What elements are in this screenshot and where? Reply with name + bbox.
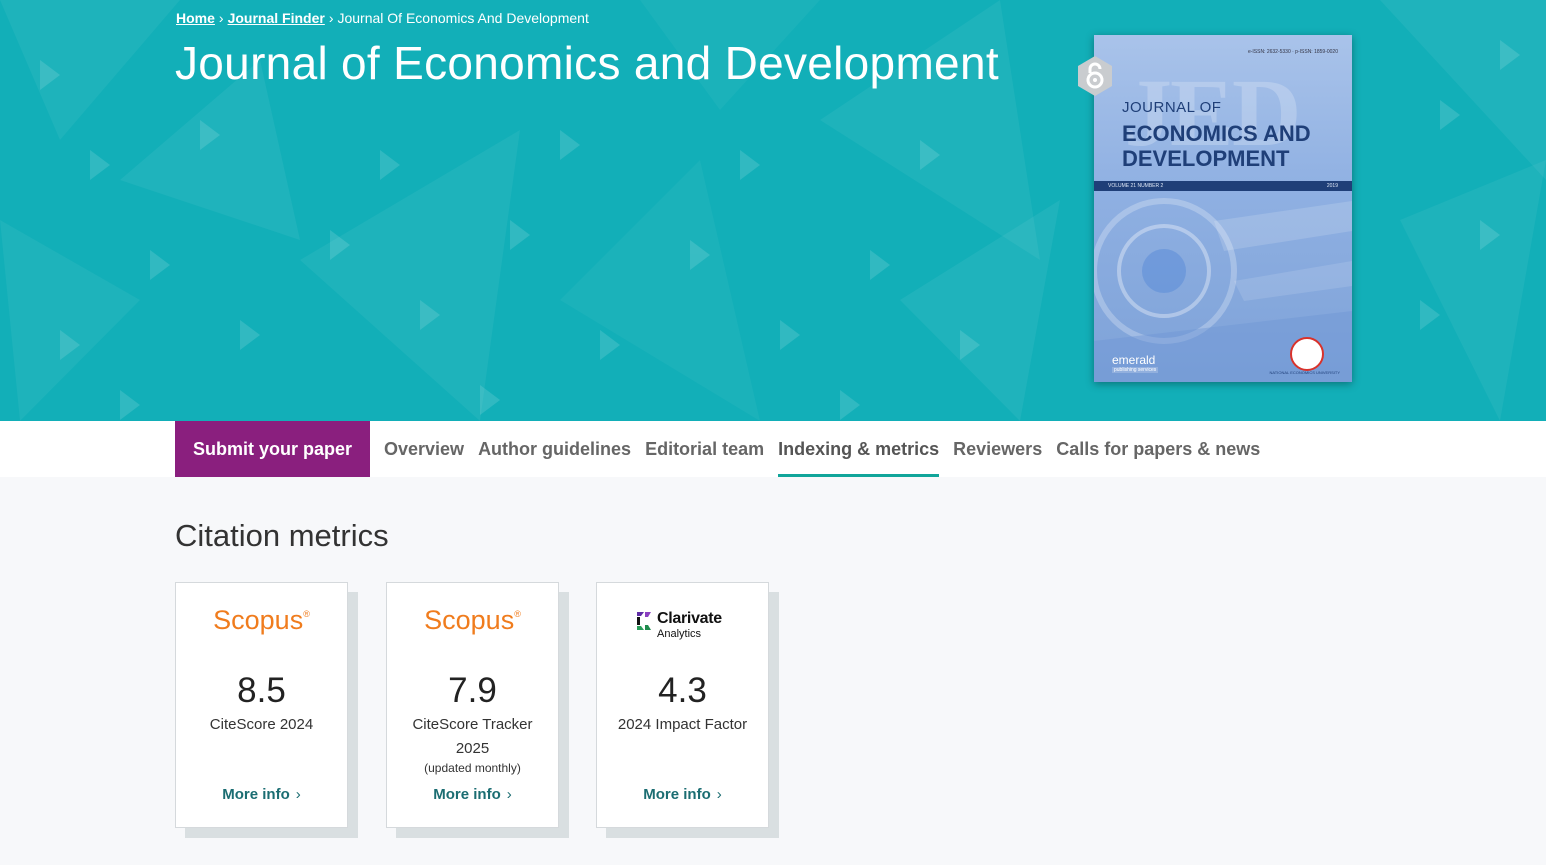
breadcrumb-current: Journal Of Economics And Development [337,10,589,26]
clarivate-wordmark: Clarivate [657,610,722,627]
tab-indexing-metrics[interactable]: Indexing & metrics [778,421,940,477]
open-access-icon [1078,56,1112,96]
submit-paper-button[interactable]: Submit your paper [175,421,370,477]
journal-hero-banner: Home › Journal Finder › Journal Of Economics… [0,0,1546,421]
journal-cover-image: JED e-ISSN: 2632-5330 · p-ISSN: 1859-002… [1094,35,1352,382]
cover-volume: VOLUME 21 NUMBER 2 [1108,183,1164,189]
breadcrumb-separator: › [328,10,334,26]
chevron-right-icon: › [506,786,512,803]
metric-label: 2024 Impact Factor [617,716,748,733]
chevron-right-icon: › [716,786,722,803]
metric-card-citescore: Scopus® 8.5 CiteScore 2024 More info › [175,582,358,838]
cover-issn: e-ISSN: 2632-5330 · p-ISSN: 1859-0020 [1247,49,1338,55]
breadcrumb-separator: › [218,10,224,26]
clarivate-subtitle: Analytics [657,628,702,640]
tab-calls-for-papers[interactable]: Calls for papers & news [1056,421,1260,477]
tab-author-guidelines[interactable]: Author guidelines [478,421,631,477]
tab-reviewers[interactable]: Reviewers [953,421,1042,477]
clarivate-mark-icon [637,612,651,630]
scopus-registered-mark: ® [514,609,521,619]
scopus-logo: Scopus® [176,605,347,636]
scopus-registered-mark: ® [303,609,310,619]
tab-overview[interactable]: Overview [384,421,464,477]
more-info-label: More info [643,786,711,803]
metric-label: CiteScore Tracker 2025 [412,716,533,757]
more-info-label: More info [222,786,290,803]
cover-university: NATIONAL ECONOMICS UNIVERSITY [1269,370,1340,375]
metric-card: Clarivate Analytics 4.3 2024 Impact Fact… [596,582,769,828]
journal-nav-bar: Submit your paper Overview Author guidel… [0,421,1546,477]
metric-label: CiteScore 2024 [209,716,314,733]
tab-editorial-team[interactable]: Editorial team [645,421,764,477]
breadcrumb: Home › Journal Finder › Journal Of Economics… [176,10,589,26]
metric-card-citescore-tracker: Scopus® 7.9 CiteScore Tracker 2025 (upda… [386,582,569,838]
journal-tabs: Overview Author guidelines Editorial tea… [384,421,1274,477]
more-info-link[interactable]: More info › [176,786,347,803]
scopus-logo: Scopus® [387,605,558,636]
more-info-label: More info [433,786,501,803]
cover-journal-of: JOURNAL OF [1122,99,1222,116]
cover-publisher-logo: emerald [1112,353,1156,367]
cover-main-title: ECONOMICS AND DEVELOPMENT [1122,121,1311,171]
metric-card-impact-factor: Clarivate Analytics 4.3 2024 Impact Fact… [596,582,779,838]
cover-year: 2019 [1326,183,1338,189]
metric-value: 8.5 [237,671,286,710]
metric-card: Scopus® 8.5 CiteScore 2024 More info › [175,582,348,828]
breadcrumb-journal-finder-link[interactable]: Journal Finder [228,10,325,26]
cover-publisher-sub: publishing services [1112,367,1159,373]
scopus-wordmark: Scopus [424,605,515,635]
more-info-link[interactable]: More info › [597,786,768,803]
page-title: Journal of Economics and Development [175,37,999,89]
university-seal-logo [1290,337,1324,371]
clarivate-logo: Clarivate Analytics [635,609,735,643]
more-info-link[interactable]: More info › [387,786,558,803]
scopus-wordmark: Scopus [213,605,304,635]
metric-note: (updated monthly) [424,761,521,775]
chevron-right-icon: › [295,786,301,803]
breadcrumb-home-link[interactable]: Home [176,10,215,26]
metric-value: 4.3 [658,671,707,710]
cover-volume-band: VOLUME 21 NUMBER 2 2019 [1094,181,1352,191]
citation-metrics-heading: Citation metrics [175,518,389,553]
metric-value: 7.9 [448,671,497,710]
metric-card: Scopus® 7.9 CiteScore Tracker 2025 (upda… [386,582,559,828]
